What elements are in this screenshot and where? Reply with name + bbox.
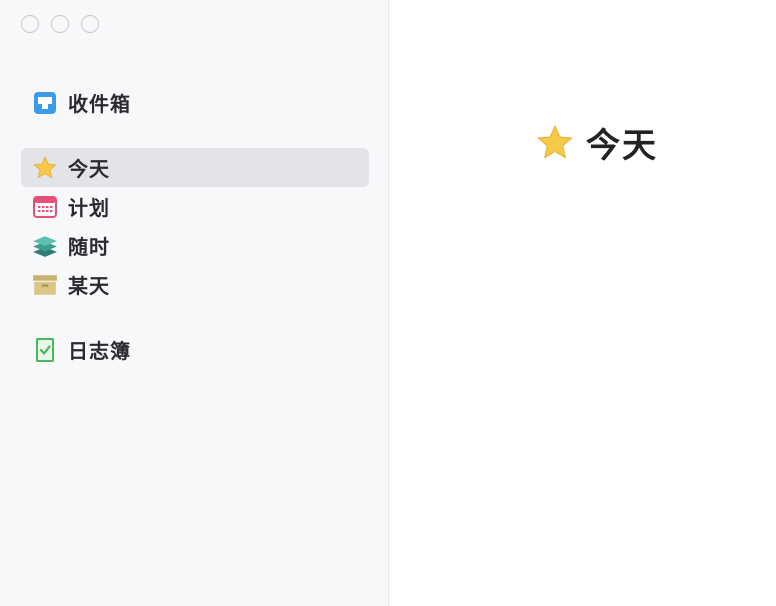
main-content: 今天 (389, 0, 776, 606)
star-icon (32, 155, 58, 181)
sidebar-item-label: 计划 (68, 196, 110, 220)
page-title-text: 今天 (586, 126, 658, 166)
sidebar-item-label: 今天 (68, 157, 110, 181)
sidebar: 收件箱 今天 计划 随时 某天 日志簿 (0, 0, 389, 606)
page-title: 今天 (534, 118, 658, 167)
sidebar-item-label: 某天 (68, 274, 110, 298)
calendar-icon (32, 194, 58, 220)
sidebar-item-logbook[interactable]: 日志簿 (21, 330, 369, 369)
inbox-icon (32, 90, 58, 116)
sidebar-item-anytime[interactable]: 随时 (21, 226, 369, 265)
sidebar-item-inbox[interactable]: 收件箱 (21, 83, 369, 122)
sidebar-item-today[interactable]: 今天 (21, 148, 369, 187)
archive-box-icon (32, 272, 58, 298)
sidebar-item-label: 随时 (68, 235, 110, 259)
minimize-window-button[interactable] (51, 15, 69, 33)
app-window: 收件箱 今天 计划 随时 某天 日志簿 今天 (0, 0, 776, 606)
window-controls (21, 15, 99, 33)
layers-icon (32, 233, 58, 259)
star-icon (534, 122, 576, 164)
sidebar-item-upcoming[interactable]: 计划 (21, 187, 369, 226)
logbook-icon (32, 337, 58, 363)
close-window-button[interactable] (21, 15, 39, 33)
sidebar-item-someday[interactable]: 某天 (21, 265, 369, 304)
zoom-window-button[interactable] (81, 15, 99, 33)
sidebar-item-label: 日志簿 (68, 339, 131, 363)
sidebar-item-label: 收件箱 (68, 92, 131, 116)
